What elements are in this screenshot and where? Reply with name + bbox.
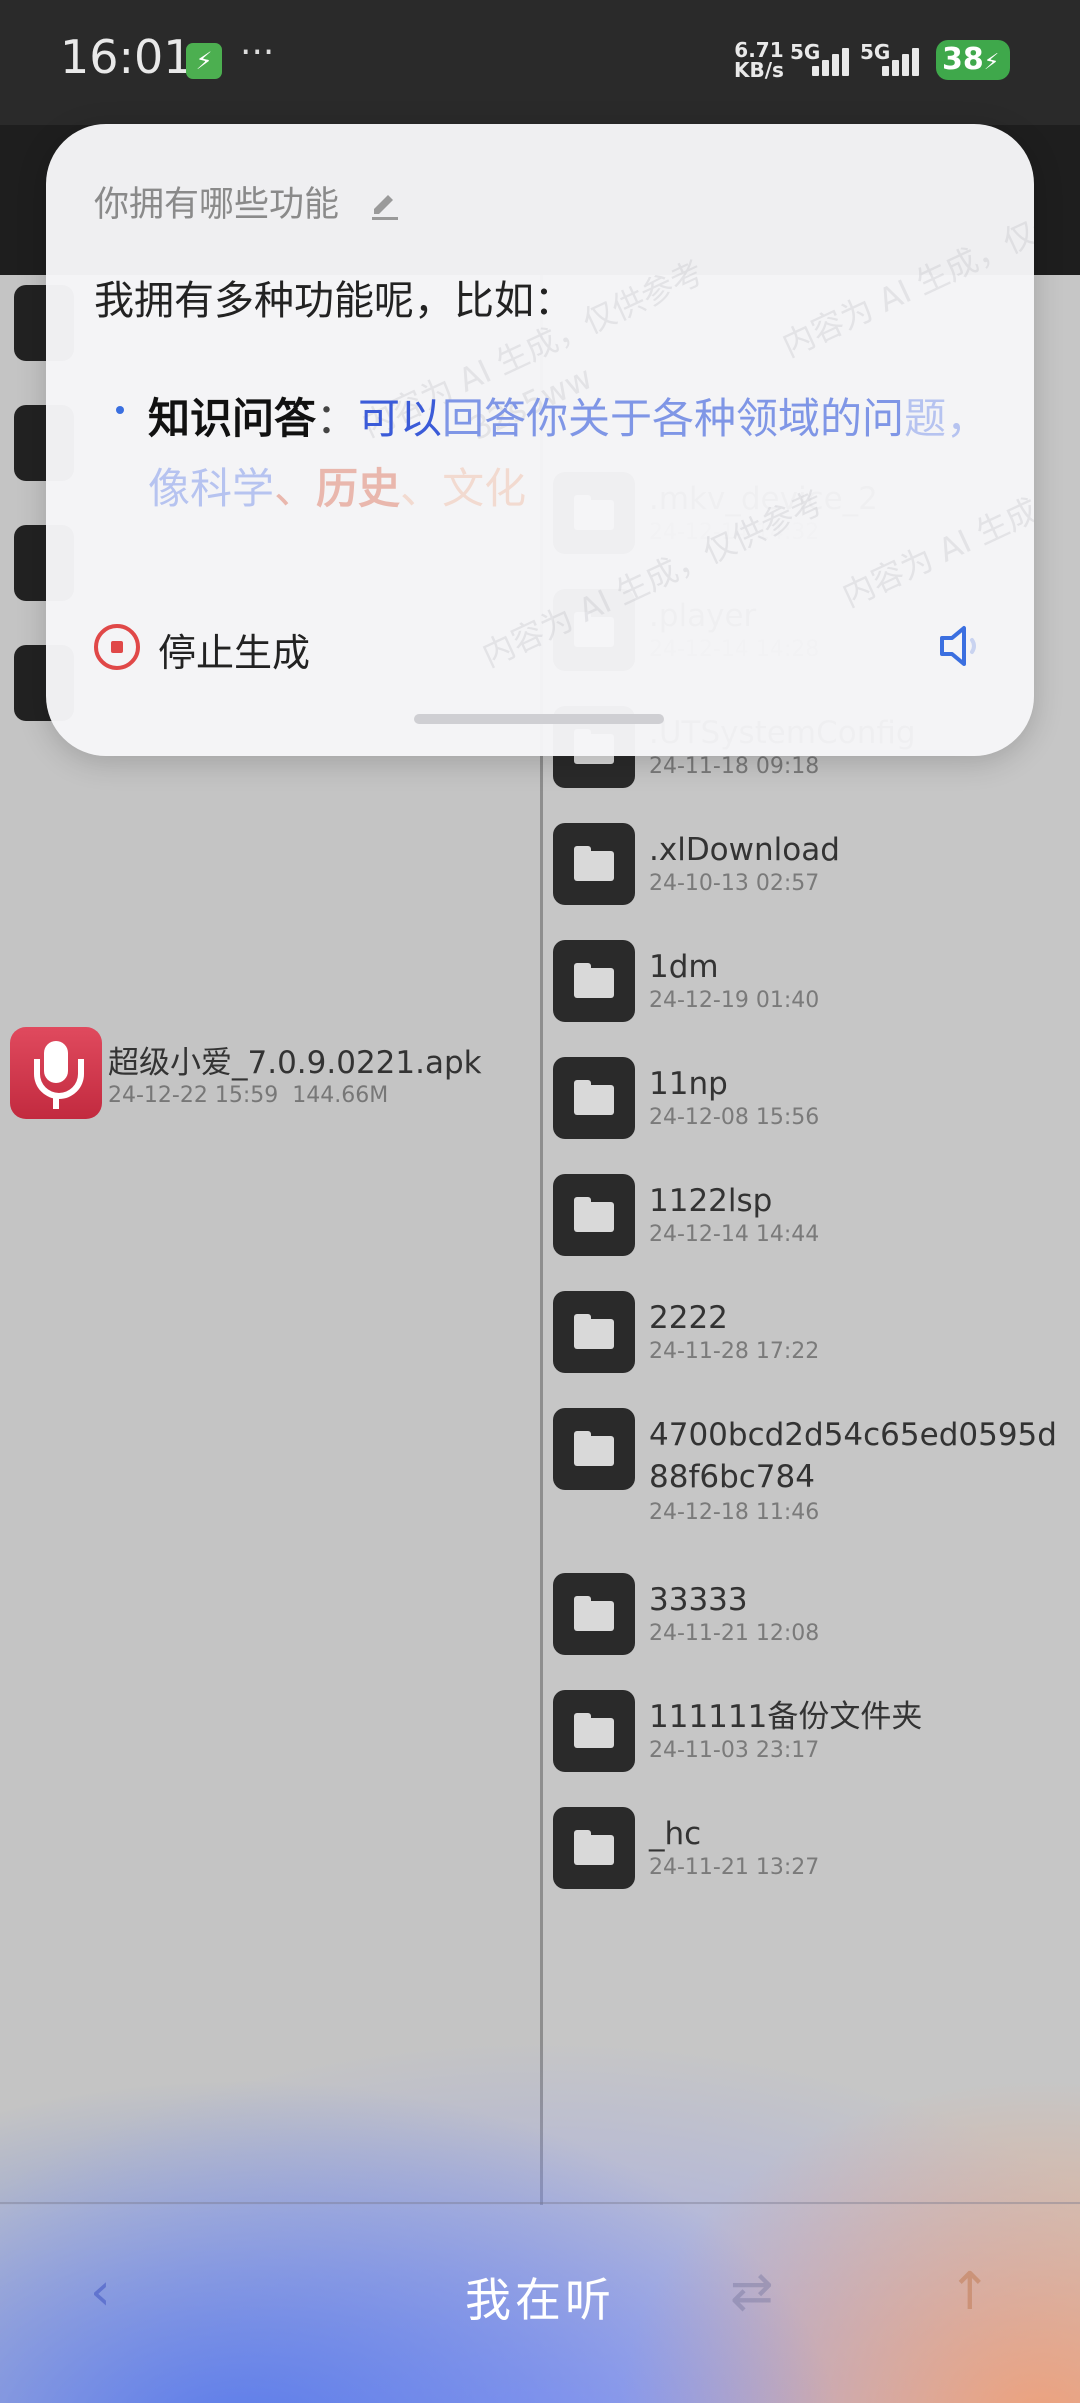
folder-icon — [553, 1573, 635, 1655]
bullet-dot — [116, 406, 124, 414]
bullet-key: 知识问答 — [148, 394, 317, 443]
lightning-icon: ⚡ — [186, 43, 222, 79]
folder-date: 24-10-13 02:57 — [649, 871, 820, 896]
bar-divider — [0, 2202, 1080, 2204]
network-speed-value: 6.71 — [734, 38, 784, 62]
apk-list-item[interactable]: 超级小爱_7.0.9.0221.apk 24-12-22 15:59 144.6… — [0, 1027, 540, 1123]
folder-date: 24-12-08 15:56 — [649, 1105, 820, 1130]
apk-date: 24-12-22 15:59 — [108, 1083, 279, 1108]
folder-name: 2222 — [649, 1300, 728, 1336]
bullet-text-6: 、 — [400, 464, 443, 513]
battery-charging-icon: ⚡ — [983, 50, 1000, 75]
battery-indicator: 38⚡ — [936, 40, 1010, 80]
bullet-text-1: 可以 — [358, 394, 443, 443]
apk-filename: 超级小爱_7.0.9.0221.apk — [108, 1045, 482, 1081]
folder-icon — [553, 823, 635, 905]
microphone-app-icon — [10, 1027, 102, 1119]
folder-name: 4700bcd2d54c65ed0595d88f6bc784 — [649, 1417, 1057, 1495]
folder-date: 24-11-21 12:08 — [649, 1621, 820, 1646]
folder-name: .xlDownload — [649, 832, 840, 868]
folder-icon — [553, 1807, 635, 1889]
folder-icon — [553, 1291, 635, 1373]
ai-watermark: 内容为 AI 生成，仅供参考 — [776, 173, 1034, 365]
folder-icon — [553, 1174, 635, 1256]
signal-bars-icon — [882, 46, 924, 76]
bullet-text-2: 回答你关于各种领域的问 — [442, 394, 905, 443]
folder-name: 1dm — [649, 949, 719, 985]
folder-date: 24-12-19 01:40 — [649, 988, 820, 1013]
folder-date: 24-11-03 23:17 — [649, 1738, 820, 1763]
folder-date: 24-11-21 13:27 — [649, 1855, 820, 1880]
more-notifications: ··· — [240, 32, 275, 73]
status-bar: 16:01 ⚡ ··· 6.71 KB/s 5G 5G 38⚡ — [0, 0, 1080, 125]
listening-status: 我在听 — [465, 2273, 615, 2327]
stop-icon[interactable] — [94, 624, 140, 670]
stop-generating-button[interactable]: 停止生成 — [158, 622, 310, 677]
bullet-text-7: 文化 — [442, 464, 527, 513]
apk-meta: 24-12-22 15:59 144.66M — [108, 1083, 388, 1108]
folder-icon — [553, 1408, 635, 1490]
answer-intro: 我拥有多种功能呢，比如： — [94, 278, 574, 324]
folder-name: _hc — [649, 1816, 702, 1852]
folder-name: 11np — [649, 1066, 728, 1102]
folder-name: 111111备份文件夹 — [649, 1699, 923, 1735]
bullet-text-5: 历史 — [316, 464, 401, 513]
bullet-text-4: 、 — [274, 464, 317, 513]
folder-icon — [553, 1057, 635, 1139]
network-speed-unit: KB/s — [734, 58, 784, 82]
folder-date: 24-12-18 11:46 — [649, 1500, 820, 1525]
ai-answer-card: 内容为 AI 生成，仅供参考 32s5ww 内容为 AI 生成，仅供参考 内容为… — [46, 124, 1034, 756]
signal-bars-icon — [812, 46, 854, 76]
pencil-icon[interactable] — [368, 188, 402, 222]
folder-date: 24-11-28 17:22 — [649, 1339, 820, 1364]
network-speed: 6.71 KB/s — [734, 40, 784, 80]
speaker-icon[interactable] — [934, 620, 990, 672]
voice-assistant-bar: ‹ ⇄ ↑ 我在听 — [0, 2202, 1080, 2403]
drag-handle[interactable] — [414, 714, 664, 724]
folder-date: 24-12-14 14:44 — [649, 1222, 820, 1247]
answer-bullet: 知识问答：可以回答你关于各种领域的问题，像科学、历史、文化 — [148, 384, 998, 524]
battery-level: 38 — [942, 42, 984, 77]
bullet-colon: ： — [316, 394, 359, 443]
folder-icon — [553, 1690, 635, 1772]
status-time: 16:01 — [60, 30, 193, 84]
apk-size: 144.66M — [292, 1083, 389, 1108]
user-question[interactable]: 你拥有哪些功能 — [94, 176, 339, 227]
folder-name: 33333 — [649, 1582, 748, 1618]
folder-name: 1122lsp — [649, 1183, 773, 1219]
folder-date: 24-11-18 09:18 — [649, 754, 820, 779]
folder-icon — [553, 940, 635, 1022]
